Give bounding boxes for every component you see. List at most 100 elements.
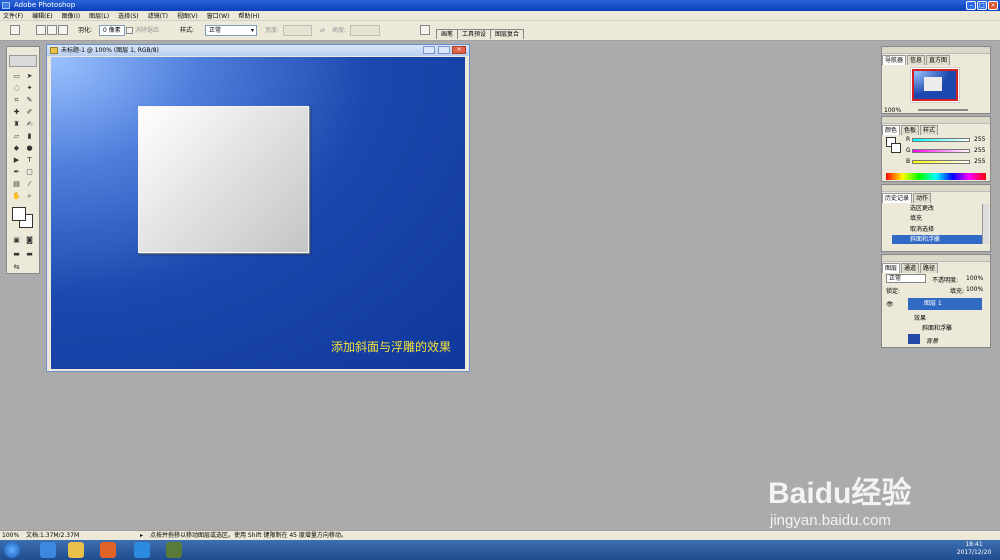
tab-layers[interactable]: 图层 bbox=[882, 263, 901, 273]
tab-tool-presets[interactable]: 工具预设 bbox=[457, 29, 492, 39]
menu-help[interactable]: 帮助(H) bbox=[238, 11, 259, 20]
eyedropper-icon[interactable]: ⁄ bbox=[24, 179, 35, 189]
swap-icon[interactable]: ⇄ bbox=[320, 26, 325, 36]
close-button[interactable]: × bbox=[988, 1, 998, 10]
tab-paths[interactable]: 路径 bbox=[920, 263, 939, 273]
width-input[interactable] bbox=[283, 25, 312, 36]
pen-icon[interactable]: ✒ bbox=[11, 167, 22, 177]
eraser-icon[interactable]: ▱ bbox=[11, 131, 22, 141]
palette-well-icon[interactable] bbox=[420, 25, 430, 35]
magic-wand-icon[interactable]: ✦ bbox=[24, 83, 35, 93]
channel-g-slider[interactable] bbox=[912, 149, 970, 153]
add-selection-icon[interactable] bbox=[47, 25, 57, 35]
subtract-selection-icon[interactable] bbox=[58, 25, 68, 35]
quickmask-mode-icon[interactable]: ◙ bbox=[24, 235, 35, 245]
channel-r-value[interactable]: 255 bbox=[974, 136, 985, 143]
doc-minimize-button[interactable] bbox=[423, 46, 435, 54]
fill-value[interactable]: 100% bbox=[966, 286, 983, 293]
menu-filter[interactable]: 滤镜(T) bbox=[148, 11, 168, 20]
brush-icon[interactable]: ✐ bbox=[24, 107, 35, 117]
history-item[interactable]: 取消选择 bbox=[892, 225, 987, 234]
channel-b-value[interactable]: 255 bbox=[974, 158, 985, 165]
history-item[interactable]: 斜面和浮雕 bbox=[892, 235, 987, 244]
minimize-button[interactable]: – bbox=[966, 1, 976, 10]
channel-b-slider[interactable] bbox=[912, 160, 970, 164]
layer-row-1[interactable]: 图层 1 bbox=[908, 298, 982, 310]
history-scrollbar[interactable] bbox=[982, 204, 989, 244]
tab-histogram[interactable]: 直方图 bbox=[926, 55, 951, 65]
tab-actions[interactable]: 动作 bbox=[913, 193, 932, 203]
full-screen-icon[interactable]: ▬ bbox=[24, 249, 35, 259]
history-item[interactable]: 选区更改 bbox=[892, 204, 987, 213]
marquee-icon[interactable]: ▭ bbox=[11, 71, 22, 81]
navigator-view-box[interactable] bbox=[912, 69, 958, 101]
height-input[interactable] bbox=[350, 25, 380, 36]
slice-icon[interactable]: ✎ bbox=[24, 95, 35, 105]
status-zoom[interactable]: 100% bbox=[2, 531, 19, 540]
ie-icon[interactable] bbox=[40, 542, 56, 558]
tab-layer-comps[interactable]: 图层复合 bbox=[490, 29, 525, 39]
panel-grip[interactable] bbox=[882, 185, 990, 192]
navigator-preview[interactable] bbox=[910, 67, 960, 103]
style-select[interactable]: 正常 ▾ bbox=[205, 25, 257, 36]
menu-select[interactable]: 选择(S) bbox=[118, 11, 139, 20]
blend-mode-select[interactable]: 正常 bbox=[886, 274, 926, 283]
menu-layer[interactable]: 图层(L) bbox=[89, 11, 109, 20]
new-selection-icon[interactable] bbox=[36, 25, 46, 35]
hand-icon[interactable]: ✋ bbox=[11, 191, 22, 201]
channel-g-value[interactable]: 255 bbox=[974, 147, 985, 154]
history-item[interactable]: 填充 bbox=[892, 214, 987, 223]
menu-image[interactable]: 图像(I) bbox=[62, 11, 80, 20]
path-select-icon[interactable]: ▶ bbox=[11, 155, 22, 165]
clock[interactable]: 18:41 2017/12/20 bbox=[950, 541, 998, 557]
color-ramp[interactable] bbox=[886, 173, 986, 180]
tab-color[interactable]: 颜色 bbox=[882, 125, 901, 135]
photoshop-task-icon[interactable] bbox=[166, 542, 182, 558]
notes-icon[interactable]: ▤ bbox=[11, 179, 22, 189]
dodge-icon[interactable]: ● bbox=[24, 143, 35, 153]
tab-info[interactable]: 信息 bbox=[907, 55, 926, 65]
crop-icon[interactable]: ⌗ bbox=[11, 95, 22, 105]
status-doc-size[interactable]: 文档:1.37M/2.37M bbox=[26, 531, 79, 540]
tab-styles[interactable]: 样式 bbox=[920, 125, 939, 135]
menu-edit[interactable]: 编辑(E) bbox=[32, 11, 52, 20]
marquee-tool-icon[interactable] bbox=[10, 25, 20, 35]
maximize-button[interactable]: □ bbox=[977, 1, 987, 10]
clone-stamp-icon[interactable]: ♜ bbox=[11, 119, 22, 129]
foreground-color-swatch[interactable] bbox=[12, 207, 26, 221]
move-icon[interactable]: ➤ bbox=[24, 71, 35, 81]
panel-grip[interactable] bbox=[882, 255, 990, 262]
zoom-icon[interactable]: ⌕ bbox=[24, 191, 35, 201]
zoom-slider[interactable] bbox=[918, 109, 968, 111]
type-icon[interactable]: T bbox=[24, 155, 35, 165]
screen-mode-icon[interactable]: ▬ bbox=[11, 249, 22, 259]
opacity-value[interactable]: 100% bbox=[966, 275, 983, 282]
channel-r-slider[interactable] bbox=[912, 138, 970, 142]
navigator-zoom[interactable]: 100% bbox=[884, 107, 901, 114]
history-brush-icon[interactable]: ✍ bbox=[24, 119, 35, 129]
tab-brushes[interactable]: 画笔 bbox=[436, 29, 459, 39]
doc-close-button[interactable]: × bbox=[452, 46, 466, 54]
imageready-icon[interactable]: ⇆ bbox=[11, 262, 22, 272]
sogou-icon[interactable] bbox=[134, 542, 150, 558]
tab-navigator[interactable]: 导航器 bbox=[882, 55, 907, 65]
shape-icon[interactable]: ▢ bbox=[24, 167, 35, 177]
bevel-emboss-row[interactable]: 斜面和浮雕 bbox=[922, 323, 999, 332]
gradient-icon[interactable]: ▮ bbox=[24, 131, 35, 141]
menu-window[interactable]: 窗口(W) bbox=[207, 11, 230, 20]
healing-brush-icon[interactable]: ✚ bbox=[11, 107, 22, 117]
explorer-icon[interactable] bbox=[68, 542, 84, 558]
tab-history[interactable]: 历史记录 bbox=[882, 193, 913, 203]
eye-icon[interactable]: 👁 bbox=[886, 301, 894, 308]
menu-view[interactable]: 视图(V) bbox=[177, 11, 198, 20]
menu-file[interactable]: 文件(F) bbox=[3, 11, 23, 20]
document-title-bar[interactable]: 未标题-1 @ 100% (图层 1, RGB/8) × bbox=[47, 45, 469, 56]
antialias-checkbox[interactable] bbox=[126, 27, 133, 34]
feather-input[interactable]: 0 像素 bbox=[99, 25, 125, 36]
blur-icon[interactable]: ◆ bbox=[11, 143, 22, 153]
tab-channels[interactable]: 通道 bbox=[901, 263, 920, 273]
panel-grip[interactable] bbox=[882, 117, 990, 124]
doc-maximize-button[interactable] bbox=[438, 46, 450, 54]
color-bg-swatch[interactable] bbox=[891, 143, 901, 153]
standard-mode-icon[interactable]: ▣ bbox=[11, 235, 22, 245]
